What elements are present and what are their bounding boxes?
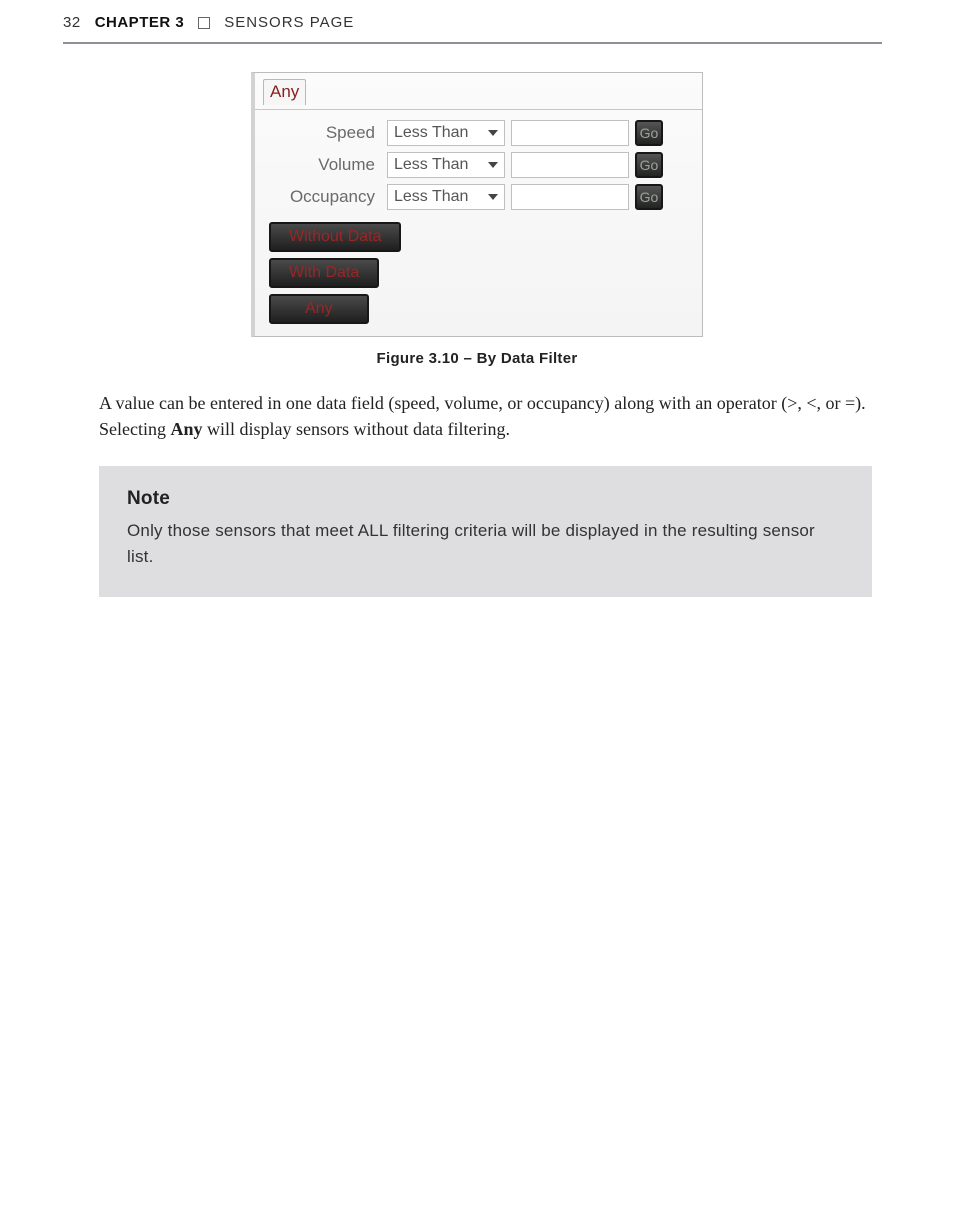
tab-any[interactable]: Any <box>263 79 306 105</box>
operator-select-occupancy-value: Less Than <box>394 188 468 206</box>
chevron-down-icon <box>488 194 498 200</box>
page-header: 32 CHAPTER 3 SENSORS PAGE <box>63 14 882 31</box>
label-speed: Speed <box>265 123 381 143</box>
chevron-down-icon <box>488 162 498 168</box>
filter-panel: Any Speed Less Than Go Volume Less Than <box>251 72 703 337</box>
with-data-button[interactable]: With Data <box>269 258 379 288</box>
header-rule <box>63 42 882 44</box>
operator-select-volume[interactable]: Less Than <box>387 152 505 178</box>
go-button-speed[interactable]: Go <box>635 120 663 146</box>
paragraph-bold: Any <box>170 419 202 439</box>
chevron-down-icon <box>488 130 498 136</box>
filter-panel-body: Speed Less Than Go Volume Less Than <box>255 109 702 336</box>
note-box: Note Only those sensors that meet ALL fi… <box>99 466 872 597</box>
note-heading: Note <box>127 488 844 510</box>
any-button[interactable]: Any <box>269 294 369 324</box>
go-button-volume[interactable]: Go <box>635 152 663 178</box>
without-data-button[interactable]: Without Data <box>269 222 401 252</box>
go-button-occupancy[interactable]: Go <box>635 184 663 210</box>
body-paragraph: A value can be entered in one data field… <box>99 390 872 442</box>
label-volume: Volume <box>265 155 381 175</box>
value-input-occupancy[interactable] <box>511 184 629 210</box>
section-title: SENSORS PAGE <box>224 14 354 31</box>
square-separator-icon <box>198 17 210 29</box>
filter-row-speed: Speed Less Than Go <box>265 120 692 146</box>
page-number: 32 <box>63 14 81 31</box>
figure-caption: Figure 3.10 – By Data Filter <box>0 350 954 367</box>
note-body: Only those sensors that meet ALL filteri… <box>127 518 844 569</box>
operator-select-occupancy[interactable]: Less Than <box>387 184 505 210</box>
operator-select-volume-value: Less Than <box>394 156 468 174</box>
filter-row-occupancy: Occupancy Less Than Go <box>265 184 692 210</box>
label-occupancy: Occupancy <box>265 187 381 207</box>
page: 32 CHAPTER 3 SENSORS PAGE Any Speed Less… <box>0 0 954 1227</box>
operator-select-speed[interactable]: Less Than <box>387 120 505 146</box>
value-input-volume[interactable] <box>511 152 629 178</box>
chapter-label: CHAPTER 3 <box>95 14 185 31</box>
value-input-speed[interactable] <box>511 120 629 146</box>
operator-select-speed-value: Less Than <box>394 124 468 142</box>
filter-row-volume: Volume Less Than Go <box>265 152 692 178</box>
paragraph-post: will display sensors without data filter… <box>203 419 510 439</box>
embedded-screenshot: Any Speed Less Than Go Volume Less Than <box>0 72 954 337</box>
